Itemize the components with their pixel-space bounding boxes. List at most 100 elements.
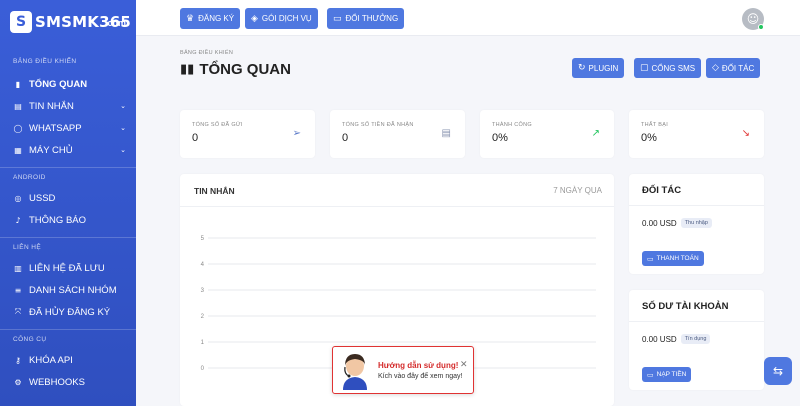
stat-card-failed: THẤT BẠI 0% ↘: [629, 110, 764, 158]
stat-label: TỔNG SỐ TIỀN ĐÃ NHẬN: [342, 122, 414, 128]
top-up-label: NẠP TIỀN: [656, 371, 687, 378]
stat-value: 0%: [492, 132, 508, 144]
card-divider: [629, 205, 764, 206]
handshake-icon: ◇: [712, 63, 719, 73]
inbox-icon: ▤: [441, 128, 451, 139]
top-up-button[interactable]: ▭ NẠP TIỀN: [642, 367, 692, 382]
translate-button[interactable]: ⇆: [764, 357, 792, 385]
help-title: Hướng dẫn sử dụng!: [378, 361, 459, 370]
card-icon: ▭: [647, 370, 654, 379]
sidebar-item-label: TIN NHẮN: [29, 100, 74, 112]
sidebar-item-webhooks[interactable]: ⚙ WEBHOOKS: [0, 371, 136, 393]
partner-amount: 0.00 USD Thu nhập: [642, 218, 712, 228]
partner-amount-value: 0.00 USD: [642, 218, 677, 228]
close-icon[interactable]: ✕: [460, 360, 468, 370]
crown-icon: ♛: [186, 13, 195, 24]
rewards-button[interactable]: ▭ ĐỔI THƯỞNG: [327, 8, 405, 29]
packages-button[interactable]: ◈ GÓI DỊCH VỤ: [245, 8, 318, 29]
section-tools-label: CÔNG CỤ: [13, 336, 47, 343]
brand-logo[interactable]: S SMSMK365 .com: [0, 0, 136, 44]
bar-chart-icon: ▮: [15, 79, 21, 89]
plugin-label: PLUGIN: [588, 63, 619, 73]
sidebar-item-label: DANH SÁCH NHÓM: [29, 284, 117, 296]
plugin-button[interactable]: ↻ PLUGIN: [572, 58, 625, 78]
sidebar-item-saved-contacts[interactable]: ▥ LIÊN HỆ ĐÃ LƯU: [0, 257, 136, 279]
rewards-label: ĐỔI THƯỞNG: [345, 14, 399, 23]
stat-card-success: THÀNH CÔNG 0% ↗: [480, 110, 614, 158]
message-icon: ▤: [14, 101, 22, 111]
payout-label: THANH TOÁN: [656, 255, 699, 262]
sidebar-item-label: USSD: [29, 192, 56, 204]
subscribe-label: ĐĂNG KÝ: [198, 14, 235, 23]
y-tick-label: 4: [201, 262, 205, 268]
section-dashboard-label: BẢNG ĐIỀU KHIỂN: [13, 58, 77, 65]
stat-label: TỔNG SỐ ĐÃ GỬI: [192, 122, 243, 128]
sidebar-item-group-list[interactable]: ≡ DANH SÁCH NHÓM: [0, 279, 136, 301]
sidebar-item-api-key[interactable]: ⚷ KHÓA API: [0, 349, 136, 371]
contact-book-icon: ▥: [14, 263, 22, 273]
sidebar-item-ussd[interactable]: ◎ USSD: [0, 187, 136, 209]
card-divider: [629, 321, 764, 322]
balance-amount-value: 0.00 USD: [642, 334, 677, 344]
unlink-icon: ⤧: [14, 307, 22, 316]
section-android-label: ANDROID: [13, 174, 46, 181]
top-bar: ♛ ĐĂNG KÝ ◈ GÓI DỊCH VỤ ▭ ĐỔI THƯỞNG ☺: [136, 0, 800, 36]
partner-card-title: ĐỐI TÁC: [642, 185, 682, 196]
sidebar-item-label: TỔNG QUAN: [29, 78, 88, 90]
partner-label: ĐỐI TÁC: [721, 63, 755, 73]
balance-card-title: SỐ DƯ TÀI KHOẢN: [642, 301, 729, 312]
help-subtitle: Kích vào đây để xem ngay!: [378, 373, 463, 380]
sidebar-item-label: KHÓA API: [29, 354, 73, 366]
logo-icon: S: [10, 11, 32, 33]
sidebar-item-whatsapp[interactable]: ◯ WHATSAPP ⌄: [0, 117, 136, 139]
sidebar-item-label: WHATSAPP: [29, 122, 82, 134]
subscribe-button[interactable]: ♛ ĐĂNG KÝ: [180, 8, 241, 29]
payout-button[interactable]: ▭ THANH TOÁN: [642, 251, 704, 266]
wallet-icon: ▭: [647, 254, 654, 263]
y-tick-label: 1: [201, 340, 205, 346]
trend-up-icon: ↗: [591, 128, 600, 139]
sidebar-item-server[interactable]: ▦ MÁY CHỦ ⌄: [0, 139, 136, 161]
partner-card: ĐỐI TÁC 0.00 USD Thu nhập ▭ THANH TOÁN: [629, 174, 764, 274]
send-icon: ➢: [292, 128, 301, 139]
section-contacts-label: LIÊN HỆ: [13, 244, 42, 251]
sidebar-item-label: THÔNG BÁO: [29, 214, 87, 226]
server-icon: ▦: [14, 145, 22, 155]
sidebar-item-unsubscribed[interactable]: ⤧ ĐÃ HỦY ĐĂNG KÝ: [0, 301, 136, 323]
list-icon: ≡: [14, 285, 22, 295]
chevron-down-icon: ⌄: [120, 102, 126, 110]
page-title: ▮▮ TỔNG QUAN: [180, 61, 291, 78]
credit-badge: Tín dụng: [680, 334, 711, 344]
y-tick-label: 2: [201, 314, 205, 320]
stat-card-received: TỔNG SỐ TIỀN ĐÃ NHẬN 0 ▤: [330, 110, 465, 158]
chevron-down-icon: ⌄: [120, 124, 126, 132]
brand-tld: .com: [105, 18, 127, 28]
sidebar-divider: [0, 167, 136, 168]
sidebar-item-notifications[interactable]: ♪ THÔNG BÁO: [0, 209, 136, 231]
whatsapp-icon: ◯: [13, 123, 23, 133]
stat-value: 0: [192, 132, 199, 144]
help-popup[interactable]: Hướng dẫn sử dụng! Kích vào đây để xem n…: [332, 346, 474, 394]
sms-port-button[interactable]: ▢ CỔNG SMS: [634, 58, 702, 78]
ussd-icon: ◎: [14, 193, 22, 203]
sidebar-divider: [0, 237, 136, 238]
sidebar-item-label: LIÊN HỆ ĐÃ LƯU: [29, 262, 105, 274]
partner-button[interactable]: ◇ ĐỐI TÁC: [706, 58, 761, 78]
y-tick-label: 3: [201, 288, 205, 294]
sidebar-item-messages[interactable]: ▤ TIN NHẮN ⌄: [0, 95, 136, 117]
sidebar-item-label: MÁY CHỦ: [29, 144, 73, 156]
package-icon: ◈: [251, 13, 258, 24]
ticket-icon: ▭: [333, 13, 342, 24]
y-tick-label: 5: [201, 236, 205, 242]
trend-down-icon: ↘: [741, 128, 750, 139]
balance-card: SỐ DƯ TÀI KHOẢN 0.00 USD Tín dụng ▭ NẠP …: [629, 290, 764, 390]
stat-label: THÀNH CÔNG: [492, 122, 532, 128]
webhook-icon: ⚙: [14, 377, 22, 387]
stat-value: 0%: [641, 132, 657, 144]
sidebar-item-overview[interactable]: ▮ TỔNG QUAN: [0, 73, 136, 95]
sidebar-divider: [0, 329, 136, 330]
bar-chart-icon: ▮▮: [180, 62, 195, 77]
bell-icon: ♪: [15, 215, 21, 225]
page-title-text: TỔNG QUAN: [199, 61, 291, 78]
sidebar: S SMSMK365 .com BẢNG ĐIỀU KHIỂN ▮ TỔNG Q…: [0, 0, 136, 406]
